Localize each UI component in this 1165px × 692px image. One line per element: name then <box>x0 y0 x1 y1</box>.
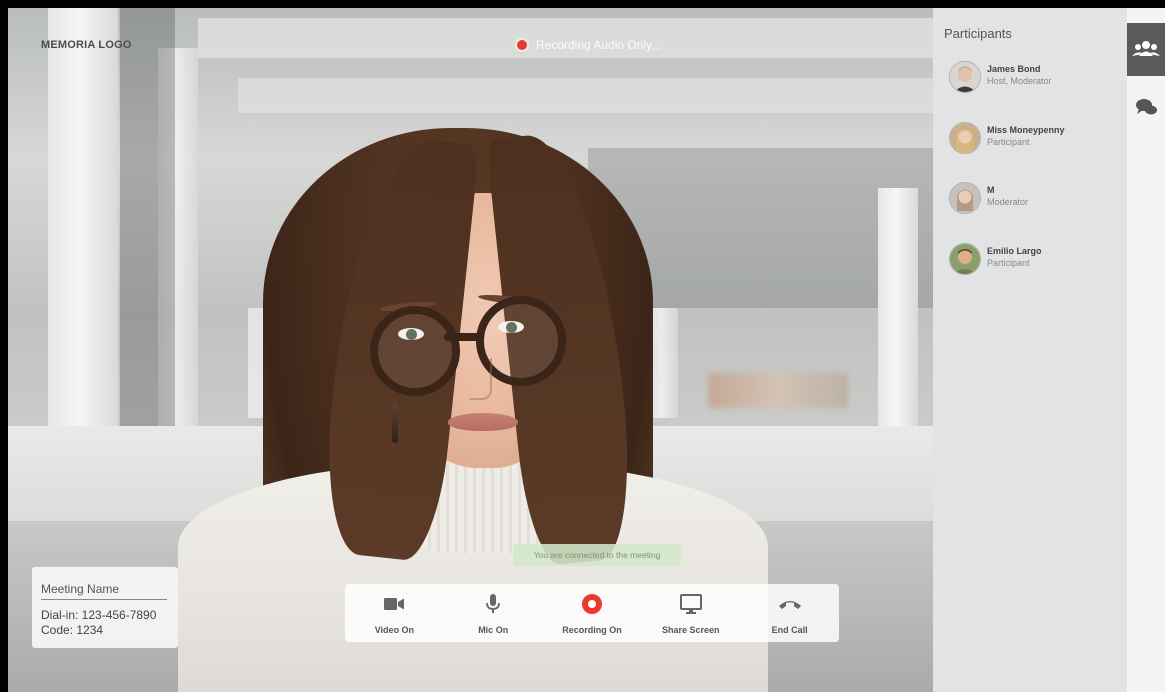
participant-name: James Bond <box>987 64 1041 74</box>
lips <box>448 413 518 431</box>
share-screen-button[interactable]: Share Screen <box>641 584 740 642</box>
monitor-icon <box>679 594 702 614</box>
recording-toggle-button[interactable]: Recording On <box>543 584 642 642</box>
connection-toast: You are connected to the meeting <box>513 544 681 566</box>
nose <box>470 358 492 400</box>
mic-toggle-button[interactable]: Mic On <box>444 584 543 642</box>
meeting-code: Code: 1234 <box>41 623 104 637</box>
video-toggle-button[interactable]: Video On <box>345 584 444 642</box>
tab-chat[interactable] <box>1127 90 1165 130</box>
avatar <box>949 243 981 275</box>
share-screen-label: Share Screen <box>662 625 720 635</box>
earring <box>392 403 398 443</box>
participant-item[interactable]: Miss Moneypenny Participant <box>949 122 1119 158</box>
meeting-name: Meeting Name <box>41 582 120 596</box>
app-logo: MEMORIA LOGO <box>41 39 132 51</box>
participant-item[interactable]: M Moderator <box>949 182 1119 218</box>
video-camera-icon <box>384 598 405 610</box>
meeting-window: MEMORIA LOGO Recording Audio Only... Mee… <box>8 8 1165 692</box>
tab-participants[interactable] <box>1127 23 1165 76</box>
recording-status-text: Recording Audio Only... <box>536 38 662 52</box>
participant-role: Moderator <box>987 197 1029 207</box>
participant-name: Miss Moneypenny <box>987 125 1065 135</box>
participants-panel: Participants James Bond Host, Moderator <box>933 8 1127 692</box>
avatar <box>949 182 981 214</box>
avatar-photo-icon <box>950 123 980 153</box>
glasses-lens <box>370 306 460 396</box>
participant-role: Participant <box>987 137 1030 147</box>
side-tab-rail <box>1127 8 1165 692</box>
record-icon <box>581 594 602 614</box>
divider <box>41 599 167 600</box>
end-call-button[interactable]: End Call <box>740 584 839 642</box>
avatar <box>949 122 981 154</box>
participant-name: M <box>987 185 995 195</box>
participant-role: Host, Moderator <box>987 76 1052 86</box>
participant-item[interactable]: Emilio Largo Participant <box>949 243 1119 279</box>
glasses-bridge <box>444 333 482 341</box>
video-feed: MEMORIA LOGO Recording Audio Only... Mee… <box>8 8 933 692</box>
participants-title: Participants <box>944 26 1012 41</box>
recording-indicator-icon <box>517 40 527 50</box>
participant-item[interactable]: James Bond Host, Moderator <box>949 61 1119 97</box>
recording-status: Recording Audio Only... <box>517 38 661 52</box>
participant-name: Emilio Largo <box>987 246 1042 256</box>
recording-toggle-label: Recording On <box>562 625 622 635</box>
end-call-label: End Call <box>771 625 808 635</box>
video-toggle-label: Video On <box>374 625 415 635</box>
microphone-icon <box>486 594 501 613</box>
people-icon <box>1132 41 1160 56</box>
avatar-photo-icon <box>950 244 980 274</box>
mic-toggle-label: Mic On <box>478 625 509 635</box>
avatar-photo-icon <box>950 183 980 213</box>
dial-in-number: Dial-in: 123-456-7890 <box>41 608 157 622</box>
chat-icon <box>1136 99 1157 115</box>
call-controls-toolbar: Video On Mic On Recording On Share Scree… <box>345 584 839 642</box>
participant-role: Participant <box>987 258 1030 268</box>
avatar <box>949 61 981 93</box>
phone-hangup-icon <box>778 601 801 609</box>
meeting-info-card: Meeting Name Dial-in: 123-456-7890 Code:… <box>32 567 178 648</box>
avatar-photo-icon <box>950 62 980 92</box>
